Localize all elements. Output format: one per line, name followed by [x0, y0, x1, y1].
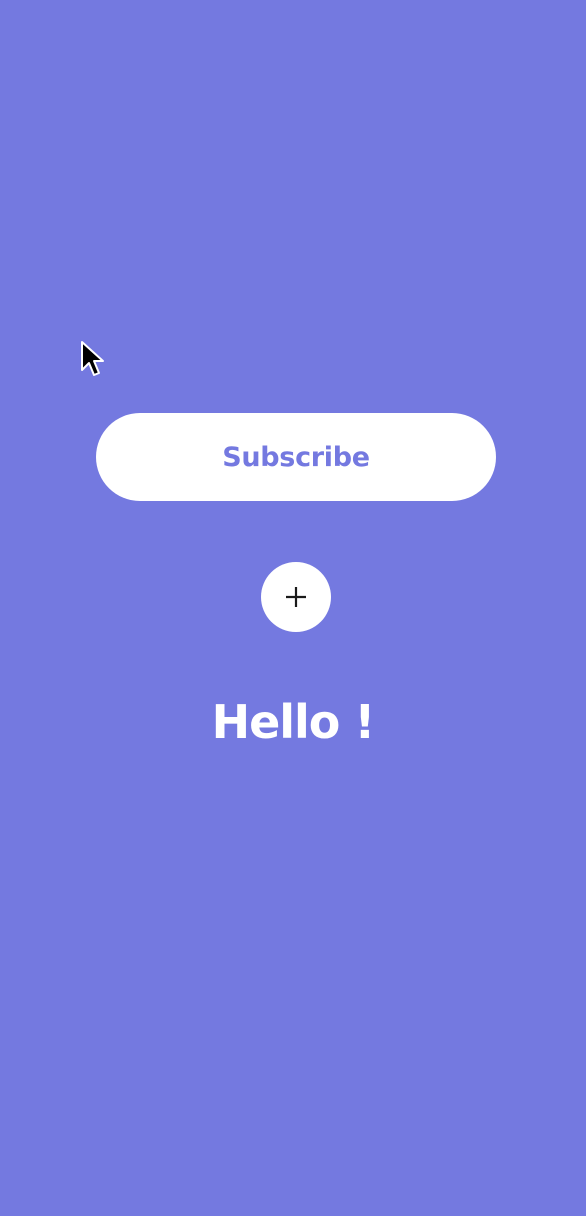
subscribe-button-label: Subscribe — [222, 441, 370, 473]
subscribe-button[interactable]: Subscribe — [96, 413, 496, 501]
add-button[interactable] — [261, 562, 331, 632]
mouse-pointer-icon — [81, 341, 104, 376]
app-screen: Subscribe Hello ! — [0, 0, 586, 1216]
plus-icon — [286, 587, 306, 607]
greeting-text: Hello ! — [211, 695, 376, 749]
